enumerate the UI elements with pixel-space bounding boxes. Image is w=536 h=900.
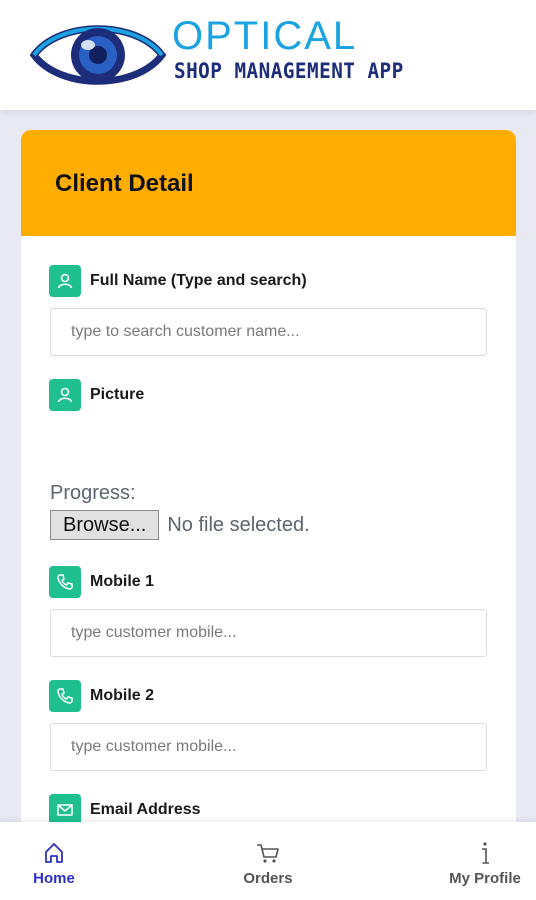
phone-icon	[49, 566, 81, 598]
file-status: No file selected.	[167, 513, 310, 536]
nav-item-my-profile[interactable]: My Profile	[440, 822, 530, 900]
mobile1-input[interactable]	[50, 609, 487, 657]
cart-icon	[257, 844, 279, 863]
user-icon	[49, 265, 81, 297]
full-name-label: Full Name (Type and search)	[90, 272, 307, 289]
picture-label: Picture	[90, 386, 145, 403]
file-upload: Browse... No file selected.	[50, 510, 310, 540]
full-name-label-row: Full Name (Type and search)	[49, 265, 307, 297]
nav-item-home[interactable]: Home	[24, 822, 84, 900]
logo-title: OPTICAL	[172, 14, 358, 58]
app-header: OPTICAL SHOP MANAGEMENT APP	[0, 0, 536, 110]
email-label: Email Address	[90, 801, 201, 818]
nav-label-home: Home	[33, 870, 75, 887]
user-icon	[49, 379, 81, 411]
client-detail-card: Client Detail Full Name (Type and search…	[21, 130, 516, 830]
full-name-search-input[interactable]	[50, 308, 487, 356]
info-icon	[482, 842, 489, 864]
bottom-nav: Home Orders My Profile	[0, 822, 536, 900]
mobile1-label-row: Mobile 1	[49, 566, 154, 598]
progress-label: Progress:	[50, 482, 136, 504]
home-icon	[45, 843, 63, 863]
mobile2-label: Mobile 2	[90, 687, 155, 704]
mobile2-label-row: Mobile 2	[49, 680, 154, 712]
nav-item-orders[interactable]: Orders	[232, 822, 304, 900]
picture-label-row: Picture	[49, 379, 144, 411]
nav-label-my-profile: My Profile	[449, 870, 521, 887]
browse-button[interactable]: Browse...	[50, 510, 160, 540]
logo-subtitle: SHOP MANAGEMENT APP	[174, 59, 404, 83]
card-title: Client Detail	[55, 170, 194, 197]
phone-icon	[49, 680, 81, 712]
eye-logo-icon	[30, 25, 166, 85]
nav-label-orders: Orders	[243, 870, 293, 887]
card-header: Client Detail	[21, 130, 516, 236]
mobile2-input[interactable]	[50, 723, 487, 771]
mobile1-label: Mobile 1	[90, 573, 155, 590]
